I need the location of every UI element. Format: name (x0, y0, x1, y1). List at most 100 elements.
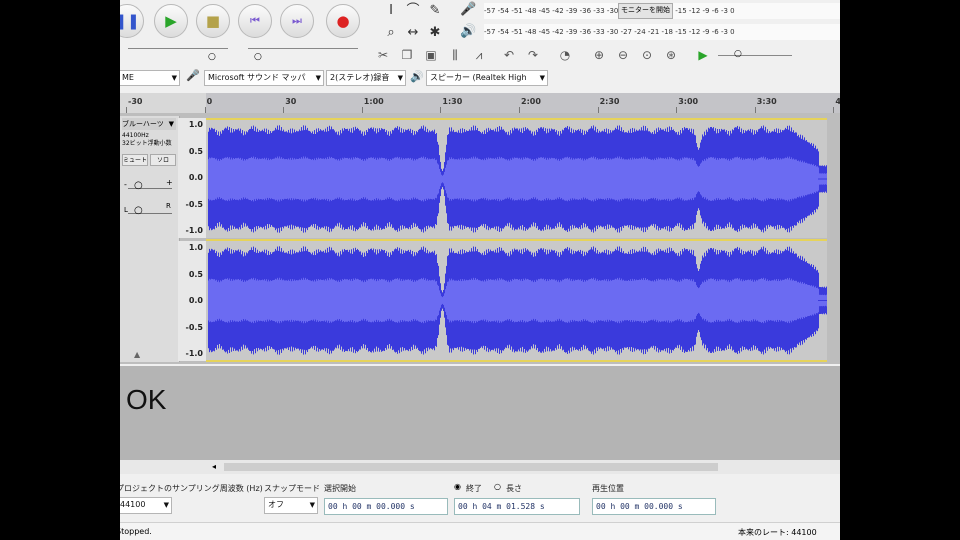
waveform-rms-column (766, 159, 767, 199)
record-volume-slider[interactable] (128, 48, 228, 49)
track-name-menu[interactable]: ブルーハーツ ▼ (122, 118, 176, 130)
play-button[interactable]: ▶ (154, 4, 188, 38)
silence-icon[interactable]: ⩘ (470, 45, 488, 65)
channel1-scale: 1.0 0.5 0.0 -0.5 -1.0 (178, 118, 206, 238)
envelope-tool-icon[interactable]: ⌒ (404, 2, 422, 20)
scroll-left-icon[interactable]: ◂ (212, 460, 216, 474)
pause-button[interactable]: ❚❚ (120, 4, 144, 38)
waveform-rms-column (750, 279, 751, 322)
timeshift-tool-icon[interactable]: ↔ (404, 24, 422, 42)
waveform-rms-column (390, 158, 391, 200)
waveform-rms-column (557, 160, 558, 198)
play-speed-thumb[interactable]: ○ (734, 49, 742, 59)
waveform-rms-column (258, 280, 259, 321)
empty-track-area[interactable] (120, 366, 840, 460)
redo-icon[interactable]: ↷ (524, 45, 542, 65)
waveform-rms-column (812, 165, 813, 193)
skip-start-button[interactable]: ⏮ (238, 4, 272, 38)
waveform-rms-column (319, 280, 320, 321)
zoom-out-icon[interactable]: ⊖ (614, 45, 632, 65)
snap-select[interactable]: オフ ▼ (264, 497, 318, 514)
play-speed-slider[interactable] (718, 55, 792, 56)
waveform-rms-column (784, 158, 785, 200)
paste-icon[interactable]: ▣ (422, 45, 440, 65)
waveform-rms-column (232, 159, 233, 199)
solo-button[interactable]: ソロ (150, 154, 176, 166)
waveform-rms-column (762, 279, 763, 322)
trim-icon[interactable]: ⫼ (446, 45, 464, 65)
record-button[interactable]: ● (326, 4, 360, 38)
waveform-rms-column (671, 278, 672, 323)
recording-device-select[interactable]: Microsoft サウンド マッパ ▼ (204, 70, 324, 86)
gain-thumb[interactable]: ○ (134, 180, 143, 191)
mute-button[interactable]: ミュート (122, 154, 148, 166)
waveform-rms-column (792, 280, 793, 321)
track-control-panel[interactable]: ブルーハーツ ▼ 44100Hz 32ビット浮動小数 ミュート ソロ - + ○ … (120, 116, 180, 362)
position-field[interactable]: 00 h 00 m 00.000 s (592, 498, 716, 515)
channel2-waveform[interactable] (206, 241, 827, 362)
zoom-tool-icon[interactable]: ⌕ (382, 24, 400, 42)
waveform-rms-column (612, 158, 613, 200)
waveform-rms-column (698, 288, 699, 313)
host-select[interactable]: ME ▼ (120, 70, 180, 86)
sync-lock-icon[interactable]: ◔ (556, 45, 574, 65)
playback-meter[interactable]: -57 -54 -51 -48 -45 -42 -39 -36 -33 -30 … (484, 24, 840, 40)
playback-device-select[interactable]: スピーカー (Realtek High ▼ (426, 70, 548, 86)
waveform-rms-column (598, 280, 599, 321)
waveform-rms-column (599, 280, 600, 321)
selection-tool-icon[interactable]: I (382, 2, 400, 20)
waveform-rms-column (323, 158, 324, 200)
collapse-track-icon[interactable]: ▲ (134, 350, 140, 359)
cut-icon[interactable]: ✂ (374, 45, 392, 65)
copy-icon[interactable]: ❐ (398, 45, 416, 65)
selection-end-field[interactable]: 00 h 04 m 01.528 s (454, 498, 580, 515)
waveform-rms-column (746, 158, 747, 200)
waveform-rms-column (395, 278, 396, 323)
zoom-in-icon[interactable]: ⊕ (590, 45, 608, 65)
timeline-ruler[interactable]: -30 0 30 1:00 1:30 2:00 2:30 3:00 3:30 4:00 (120, 93, 840, 113)
selection-start-field[interactable]: 00 h 00 m 00.000 s (324, 498, 448, 515)
waveform-rms-column (648, 158, 649, 200)
playback-volume-slider[interactable] (248, 48, 358, 49)
length-radio[interactable]: ○ (494, 482, 501, 491)
end-radio[interactable]: ◉ (454, 482, 461, 491)
rate-select[interactable]: 44100 ▼ (120, 497, 172, 514)
scrollbar-thumb[interactable] (224, 463, 718, 471)
waveform-rms-column (369, 279, 370, 322)
channel1-waveform[interactable] (206, 118, 827, 238)
waveform-rms-column (809, 163, 810, 195)
waveform-rms-column (234, 158, 235, 200)
waveform-rms-column (558, 158, 559, 200)
waveform-rms-column (775, 280, 776, 321)
stop-button[interactable]: ■ (196, 4, 230, 38)
waveform-rms-column (481, 281, 482, 320)
fit-project-icon[interactable]: ⊛ (662, 45, 680, 65)
play-at-speed-icon[interactable]: ▶ (694, 45, 712, 65)
record-volume-thumb[interactable]: ○ (208, 52, 216, 62)
waveform-rms-column (523, 157, 524, 201)
record-meter-icon[interactable]: 🎤 (460, 2, 476, 17)
waveform-rms-column (411, 281, 412, 320)
waveform-rms-column (727, 281, 728, 320)
waveform-rms-column (767, 279, 768, 322)
playback-volume-thumb[interactable]: ○ (254, 52, 262, 62)
waveform-rms-column (703, 282, 704, 319)
skip-end-button[interactable]: ⏭ (280, 4, 314, 38)
waveform-rms-column (723, 279, 724, 322)
pan-thumb[interactable]: ○ (134, 205, 143, 216)
waveform-rms-column (556, 279, 557, 322)
monitor-button[interactable]: モニターを開始 (618, 3, 673, 19)
multi-tool-icon[interactable]: ✱ (426, 24, 444, 42)
undo-icon[interactable]: ↶ (500, 45, 518, 65)
waveform-rms-column (613, 279, 614, 322)
waveform-rms-column (261, 280, 262, 321)
fit-selection-icon[interactable]: ⊙ (638, 45, 656, 65)
channels-select[interactable]: 2(ステレオ)録音 ▼ (326, 70, 406, 86)
horizontal-scrollbar[interactable]: ◂ (120, 460, 840, 474)
draw-tool-icon[interactable]: ✎ (426, 2, 444, 20)
waveform-rms-column (440, 293, 441, 308)
play-meter-icon[interactable]: 🔊 (460, 24, 476, 39)
waveform-rms-column (815, 164, 816, 194)
waveform-rms-column (705, 281, 706, 320)
waveform-rms-column (321, 158, 322, 200)
